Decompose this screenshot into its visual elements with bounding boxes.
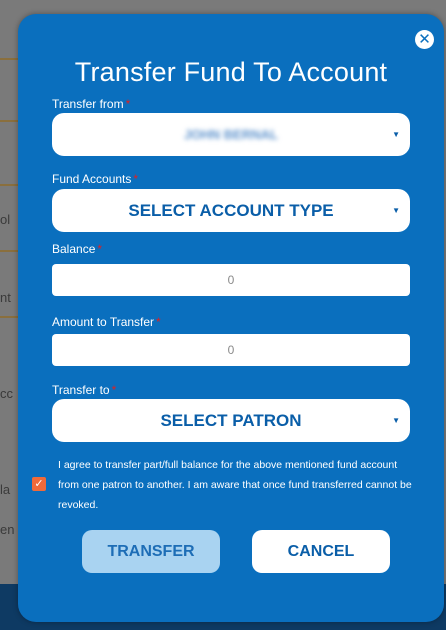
balance-label: Balance * [52, 242, 102, 256]
required-mark: * [111, 383, 117, 397]
caret-down-icon: ▼ [392, 416, 400, 425]
transfer-to-label: Transfer to * [52, 383, 116, 397]
fund-accounts-value: SELECT ACCOUNT TYPE [128, 201, 334, 220]
transfer-fund-modal: ✕ Transfer Fund To Account Transfer from… [18, 14, 444, 622]
required-mark: * [97, 242, 103, 256]
fund-accounts-select[interactable]: SELECT ACCOUNT TYPE ▼ [52, 189, 410, 232]
amount-to-transfer-label-text: Amount to Transfer [52, 315, 155, 329]
required-mark: * [125, 97, 131, 111]
balance-field[interactable]: 0 [52, 264, 410, 296]
caret-down-icon: ▼ [392, 206, 400, 215]
transfer-to-label-text: Transfer to [52, 383, 110, 397]
transfer-to-value: SELECT PATRON [160, 411, 302, 430]
transfer-from-select[interactable]: JOHN BERNAL ▼ [52, 113, 410, 156]
required-mark: * [133, 172, 139, 186]
fund-accounts-label-text: Fund Accounts [52, 172, 132, 186]
close-icon[interactable]: ✕ [415, 30, 434, 49]
transfer-from-value: JOHN BERNAL [184, 127, 278, 142]
transfer-from-label-text: Transfer from [52, 97, 124, 111]
background-text: ol [0, 212, 11, 227]
required-mark: * [156, 315, 161, 329]
amount-to-transfer-field[interactable]: 0 [52, 334, 410, 366]
agreement-text: I agree to transfer part/full balance fo… [58, 459, 412, 511]
caret-down-icon: ▼ [392, 130, 400, 139]
amount-to-transfer-label: Amount to Transfer * [52, 315, 161, 329]
agreement-checkbox[interactable]: ✓ [32, 477, 46, 491]
background-text: cc [0, 386, 13, 401]
transfer-from-label: Transfer from * [52, 97, 130, 111]
fund-accounts-label: Fund Accounts * [52, 172, 138, 186]
balance-value: 0 [227, 273, 235, 287]
amount-to-transfer-value: 0 [227, 343, 235, 357]
background-text: en [0, 522, 15, 537]
background-text: la [0, 482, 11, 497]
transfer-to-select[interactable]: SELECT PATRON ▼ [52, 399, 410, 442]
balance-label-text: Balance [52, 242, 96, 256]
modal-title: Transfer Fund To Account [74, 57, 388, 87]
background-text: nt [0, 290, 11, 305]
cancel-button[interactable]: CANCEL [252, 530, 390, 573]
transfer-button[interactable]: TRANSFER [82, 530, 220, 573]
